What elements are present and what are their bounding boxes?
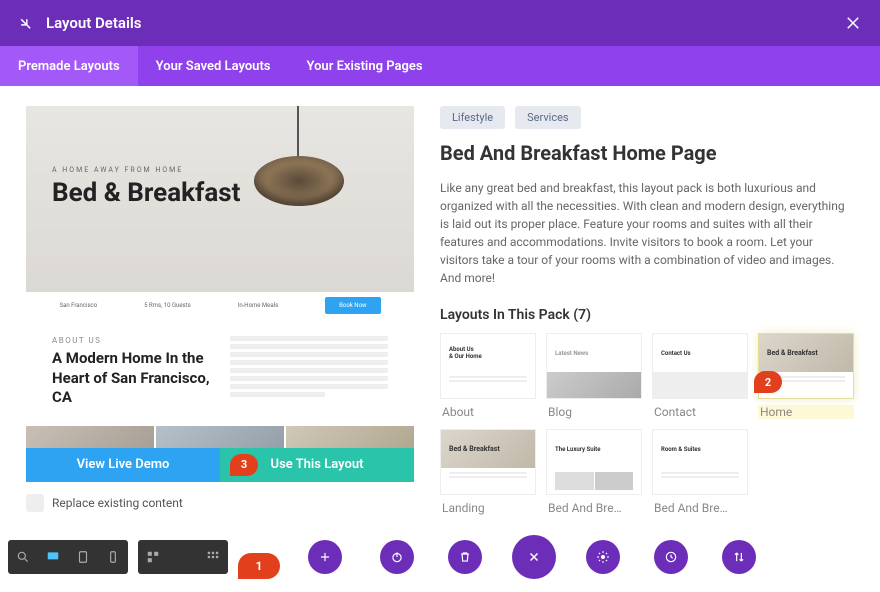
tablet-icon[interactable] bbox=[68, 540, 98, 574]
wireframe-icon[interactable] bbox=[138, 540, 168, 574]
sort-button[interactable] bbox=[722, 540, 756, 574]
layout-title: Bed And Breakfast Home Page bbox=[440, 141, 854, 165]
lamp-image bbox=[244, 106, 354, 246]
step-marker-3: 3 bbox=[230, 454, 258, 476]
layout-card-bnb-1[interactable]: The Luxury Suite Bed And Bre… bbox=[546, 429, 642, 515]
desktop-icon[interactable] bbox=[38, 540, 68, 574]
history-button[interactable] bbox=[654, 540, 688, 574]
modal-header: Layout Details bbox=[0, 0, 880, 46]
close-builder-button[interactable] bbox=[512, 535, 556, 579]
about-heading: A Modern Home In the Heart of San Franci… bbox=[52, 349, 210, 408]
phone-icon[interactable] bbox=[98, 540, 128, 574]
details-column: Lifestyle Services Bed And Breakfast Hom… bbox=[440, 106, 854, 500]
preview-title: Bed & Breakfast bbox=[52, 178, 240, 208]
power-button[interactable] bbox=[380, 540, 414, 574]
add-button[interactable] bbox=[308, 540, 342, 574]
tab-premade-layouts[interactable]: Premade Layouts bbox=[0, 46, 138, 86]
modal-title: Layout Details bbox=[46, 14, 844, 32]
click-icon[interactable] bbox=[168, 540, 198, 574]
layout-card-bnb-2[interactable]: Room & Suites Bed And Bre… bbox=[652, 429, 748, 515]
preview-body: ABOUT US A Modern Home In the Heart of S… bbox=[26, 318, 414, 426]
back-icon[interactable] bbox=[18, 14, 36, 32]
category-lifestyle[interactable]: Lifestyle bbox=[440, 106, 505, 129]
layout-card-contact[interactable]: Contact Us Contact bbox=[652, 333, 748, 419]
layout-card-home[interactable]: 2 Bed & Breakfast Home bbox=[758, 333, 854, 419]
view-demo-button[interactable]: View Live Demo bbox=[26, 448, 220, 482]
preview-lorem bbox=[230, 336, 388, 408]
zoom-icon[interactable] bbox=[8, 540, 38, 574]
replace-checkbox[interactable] bbox=[26, 494, 44, 512]
replace-row: Replace existing content bbox=[26, 494, 414, 512]
use-layout-button[interactable]: 3 Use This Layout bbox=[220, 448, 414, 482]
preview-strip: San Francisco 5 Rms, 10 Guests In-Home M… bbox=[26, 292, 414, 318]
trash-button[interactable] bbox=[448, 540, 482, 574]
view-group bbox=[138, 540, 228, 574]
layout-preview: A HOME AWAY FROM HOME Bed & Breakfast Sa… bbox=[26, 106, 414, 482]
pack-title: Layouts In This Pack (7) bbox=[440, 307, 854, 323]
tab-saved-layouts[interactable]: Your Saved Layouts bbox=[138, 46, 289, 86]
preview-hero: A HOME AWAY FROM HOME Bed & Breakfast Sa… bbox=[26, 106, 414, 318]
about-tag: ABOUT US bbox=[52, 336, 210, 345]
tabs-bar: Premade Layouts Your Saved Layouts Your … bbox=[0, 46, 880, 86]
close-icon[interactable] bbox=[844, 14, 862, 32]
layout-card-about[interactable]: About Us& Our Home About bbox=[440, 333, 536, 419]
settings-button[interactable] bbox=[586, 540, 620, 574]
preview-tagline: A HOME AWAY FROM HOME bbox=[52, 166, 240, 174]
layout-card-blog[interactable]: Latest News Blog bbox=[546, 333, 642, 419]
viewport-group bbox=[8, 540, 128, 574]
preview-column: A HOME AWAY FROM HOME Bed & Breakfast Sa… bbox=[26, 106, 414, 500]
content-area: A HOME AWAY FROM HOME Bed & Breakfast Sa… bbox=[0, 86, 880, 520]
step-marker-2: 2 bbox=[754, 371, 782, 393]
replace-label: Replace existing content bbox=[52, 496, 183, 510]
category-pills: Lifestyle Services bbox=[440, 106, 854, 129]
layout-card-landing[interactable]: Bed & Breakfast Landing bbox=[440, 429, 536, 515]
bottom-toolbar: 1 bbox=[0, 534, 880, 580]
tab-existing-pages[interactable]: Your Existing Pages bbox=[289, 46, 441, 86]
preview-gallery bbox=[26, 426, 414, 448]
step-marker-1: 1 bbox=[238, 553, 280, 579]
action-row: View Live Demo 3 Use This Layout bbox=[26, 448, 414, 482]
category-services[interactable]: Services bbox=[515, 106, 580, 129]
grid-icon[interactable] bbox=[198, 540, 228, 574]
layout-description: Like any great bed and breakfast, this l… bbox=[440, 179, 854, 287]
layouts-grid: About Us& Our Home About Latest News Blo… bbox=[440, 333, 854, 515]
